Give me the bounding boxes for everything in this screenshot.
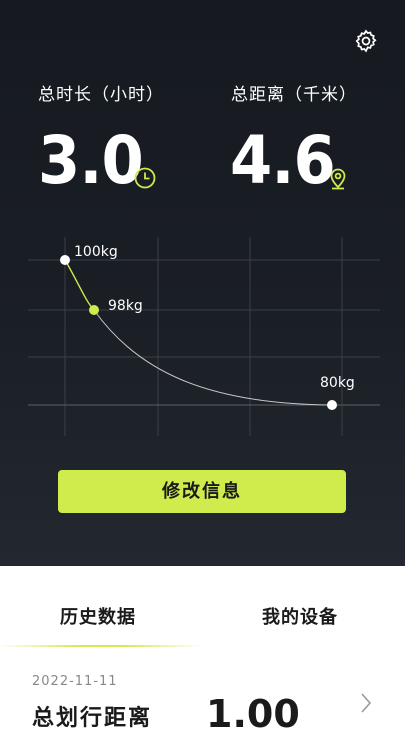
- weight-trend-chart: 100kg 98kg 80kg: [28, 237, 380, 436]
- tab-my-devices[interactable]: 我的设备: [262, 603, 338, 629]
- total-distance-label: 总距离（千米）: [231, 85, 357, 105]
- record-date: 2022-11-11: [32, 674, 118, 689]
- active-tab-indicator: [0, 645, 202, 647]
- data-point-98kg: [89, 305, 99, 315]
- data-point-80kg: [327, 400, 337, 410]
- point-label-100kg: 100kg: [74, 244, 118, 260]
- total-time-value: 3.0: [38, 122, 144, 199]
- location-pin-icon: [326, 166, 350, 190]
- point-label-80kg: 80kg: [320, 375, 355, 391]
- gear-icon[interactable]: [353, 28, 379, 54]
- total-distance-value: 4.6: [230, 122, 336, 199]
- point-label-98kg: 98kg: [108, 298, 143, 314]
- total-time-label: 总时长（小时）: [38, 85, 164, 105]
- edit-info-button[interactable]: 修改信息: [58, 470, 346, 513]
- record-value: 1.00: [206, 692, 300, 736]
- chevron-right-icon[interactable]: [358, 690, 374, 716]
- data-point-100kg: [60, 255, 70, 265]
- clock-icon: [133, 166, 157, 190]
- highlight-curve: [64, 259, 95, 311]
- tab-history-data[interactable]: 历史数据: [60, 603, 136, 629]
- record-label: 总划行距离: [32, 706, 153, 731]
